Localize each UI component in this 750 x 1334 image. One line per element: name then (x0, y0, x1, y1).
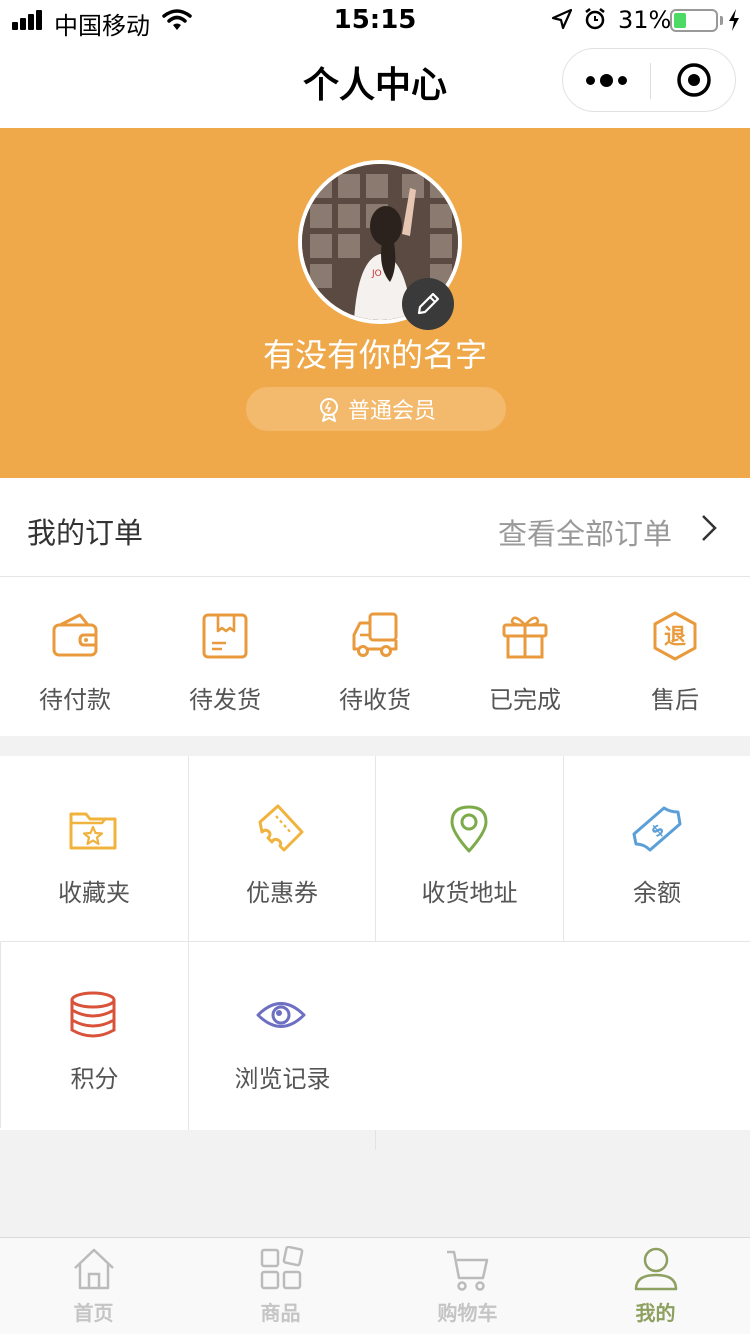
coupon-icon (258, 804, 304, 852)
order-status-label: 待发货 (189, 686, 261, 714)
navigation-bar: 个人中心 (0, 40, 750, 128)
status-bar: 中国移动 15:15 31% (0, 0, 750, 40)
tool-shipping-address[interactable]: 收货地址 (376, 756, 564, 942)
tool-coupons[interactable]: 优惠券 (189, 756, 376, 942)
favorites-folder-icon (69, 812, 117, 850)
battery-icon (670, 9, 718, 32)
user-icon (634, 1247, 678, 1291)
tools-grid: 收藏夹 优惠券 收货地址 $ 余额 积分 浏览记录 (0, 756, 750, 1130)
order-status-completed[interactable]: 已完成 (450, 577, 600, 736)
svg-text:JO: JO (371, 269, 382, 279)
charging-bolt-icon (727, 8, 741, 36)
tool-label: 余额 (633, 879, 681, 907)
profile-header: JO 有没有你的名字 普通会员 (0, 128, 750, 478)
home-icon (74, 1248, 114, 1290)
order-status-label: 已完成 (489, 686, 561, 714)
order-status-label: 待收货 (339, 686, 411, 714)
grid-divider-vertical (188, 942, 189, 1130)
wallet-icon (52, 613, 98, 657)
battery-cap (720, 16, 723, 25)
order-status-after-sales[interactable]: 退 售后 (600, 577, 750, 736)
tab-bar: 首页 商品 购物车 我的 (0, 1237, 750, 1334)
tool-points[interactable]: 积分 (0, 942, 189, 1128)
grid-divider (0, 941, 750, 942)
order-status-pending-receipt[interactable]: 待收货 (300, 577, 450, 736)
member-level-badge[interactable]: 普通会员 (246, 387, 506, 431)
member-level-label: 普通会员 (347, 399, 436, 424)
edit-avatar-button[interactable] (402, 278, 454, 330)
grid-divider-stub (375, 1130, 376, 1150)
order-status-row: 待付款 待发货 待收货 已完成 退 售后 (0, 577, 750, 736)
refund-icon: 退 (653, 611, 697, 661)
medal-icon (319, 398, 338, 422)
tool-browsing-history[interactable]: 浏览记录 (189, 942, 376, 1128)
grid-icon (260, 1246, 304, 1290)
truck-icon (352, 612, 398, 657)
tab-label: 我的 (635, 1301, 676, 1325)
refund-badge-text: 退 (664, 625, 686, 650)
tool-label: 收货地址 (421, 879, 518, 907)
tab-home[interactable]: 首页 (0, 1238, 187, 1334)
coins-icon (70, 991, 116, 1038)
tool-balance[interactable]: $ 余额 (564, 756, 750, 942)
close-miniprogram-button[interactable] (651, 49, 737, 111)
package-icon (202, 613, 248, 659)
user-nickname: 有没有你的名字 (262, 336, 487, 374)
more-menu-button[interactable] (563, 49, 650, 111)
tool-label: 收藏夹 (58, 879, 130, 907)
chevron-right-icon (700, 514, 718, 546)
target-close-icon (677, 63, 711, 97)
pencil-icon (417, 292, 440, 315)
location-pin-icon (450, 805, 488, 853)
gift-icon (502, 616, 548, 659)
tool-label: 优惠券 (246, 879, 318, 907)
order-status-label: 售后 (651, 686, 699, 714)
money-icon: $ (632, 806, 682, 852)
order-status-pending-payment[interactable]: 待付款 (0, 577, 150, 736)
miniprogram-capsule (562, 48, 736, 112)
view-all-orders-link[interactable]: 查看全部订单 (498, 511, 672, 553)
tab-label: 首页 (73, 1301, 114, 1325)
tool-favorites[interactable]: 收藏夹 (0, 756, 189, 942)
battery-percent: 31% (618, 6, 672, 34)
cart-icon (447, 1250, 489, 1291)
alarm-icon (583, 7, 607, 35)
tab-products[interactable]: 商品 (187, 1238, 374, 1334)
eye-icon (256, 1002, 306, 1028)
tab-label: 商品 (260, 1301, 301, 1325)
my-orders-title: 我的订单 (27, 516, 144, 550)
location-arrow-icon (551, 8, 573, 34)
my-orders-header[interactable]: 我的订单 查看全部订单 (0, 478, 750, 577)
tool-label: 积分 (70, 1065, 119, 1093)
tab-label: 购物车 (437, 1301, 498, 1325)
order-status-label: 待付款 (39, 686, 111, 714)
tool-label: 浏览记录 (234, 1065, 331, 1093)
tab-mine[interactable]: 我的 (561, 1238, 750, 1334)
tab-cart[interactable]: 购物车 (374, 1238, 561, 1334)
order-status-pending-shipment[interactable]: 待发货 (150, 577, 300, 736)
